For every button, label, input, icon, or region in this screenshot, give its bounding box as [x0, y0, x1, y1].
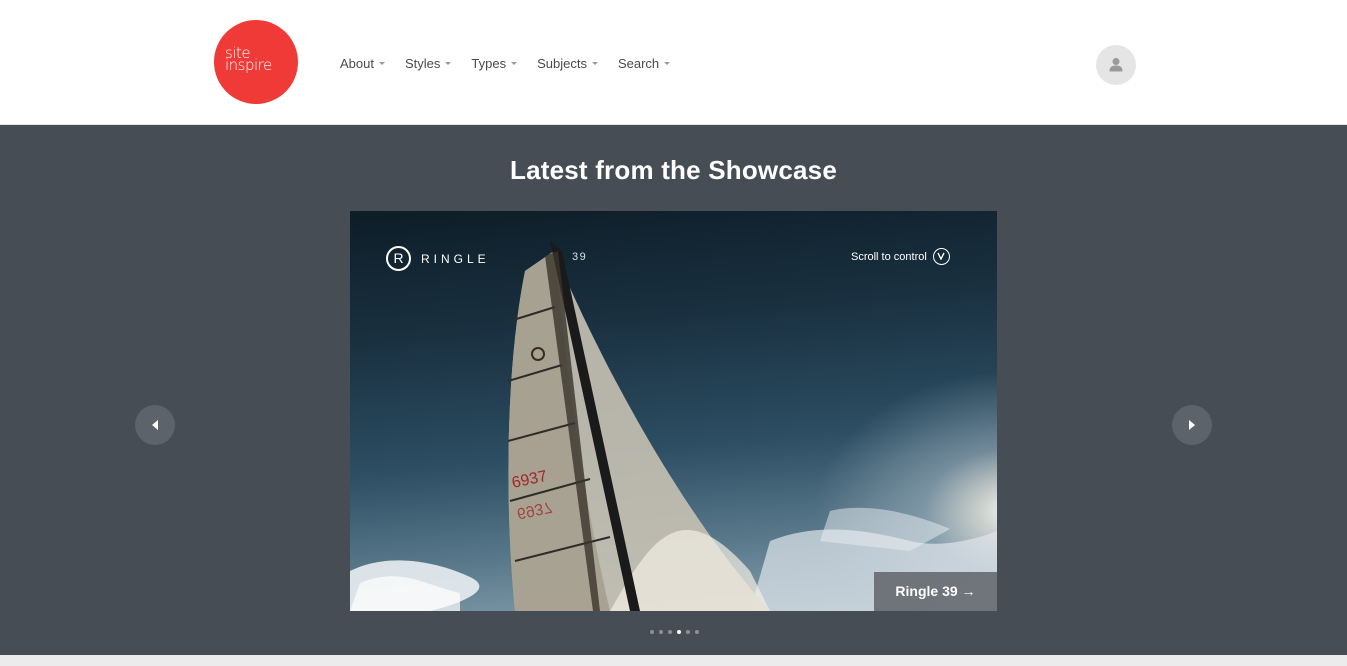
scroll-to-control: Scroll to control	[851, 248, 950, 265]
logo-text-inspire: inspire	[225, 56, 272, 74]
nav-label: Search	[617, 55, 660, 71]
caret-down-icon	[378, 62, 385, 65]
site-header: site inspire About Styles Types Subjects…	[0, 0, 1347, 125]
chevron-right-icon	[1189, 420, 1195, 430]
previous-slide-button[interactable]	[135, 405, 175, 445]
issue-number: 39	[572, 251, 588, 263]
nav-label: Subjects	[537, 55, 587, 71]
sailboat-photo: 6937 6937	[350, 241, 997, 611]
caret-down-icon	[445, 62, 452, 65]
nav-item-subjects[interactable]: Subjects	[537, 54, 598, 72]
caret-down-icon	[511, 62, 518, 65]
ringle-brand: R RINGLE	[386, 246, 490, 271]
next-slide-button[interactable]	[1172, 405, 1212, 445]
pagination-dot[interactable]	[695, 630, 699, 634]
user-avatar-button[interactable]	[1096, 45, 1136, 85]
main-nav: About Styles Types Subjects Search	[340, 54, 690, 72]
chevron-left-icon	[152, 420, 158, 430]
pagination-dot[interactable]	[677, 630, 681, 634]
nav-item-types[interactable]: Types	[471, 54, 518, 72]
siteinspire-logo[interactable]: site inspire	[214, 20, 298, 104]
nav-item-about[interactable]: About	[340, 54, 385, 72]
nav-label: Types	[471, 55, 507, 71]
slide-pagination	[650, 630, 704, 634]
caret-down-icon	[591, 62, 598, 65]
showcase-slide-image[interactable]: 6937 6937 R RINGLE 39 Scroll to control …	[350, 211, 997, 611]
nav-label: About	[340, 55, 374, 71]
pagination-dot[interactable]	[650, 630, 654, 634]
pagination-dot[interactable]	[659, 630, 663, 634]
slide-caption-link[interactable]: Ringle 39 →	[874, 572, 997, 611]
scroll-hint-text: Scroll to control	[851, 250, 927, 263]
nav-item-styles[interactable]: Styles	[404, 54, 452, 72]
pagination-dot[interactable]	[686, 630, 690, 634]
showcase-section: Latest from the Showcase 6937 6937 R RIN…	[0, 125, 1347, 655]
nav-item-search[interactable]: Search	[617, 54, 671, 72]
ringle-wordmark: RINGLE	[421, 251, 490, 266]
nav-label: Styles	[404, 55, 441, 71]
scroll-down-icon	[932, 248, 950, 265]
user-icon	[1109, 58, 1123, 72]
ringle-r-mark: R	[386, 246, 411, 271]
showcase-title: Latest from the Showcase	[510, 155, 837, 185]
pagination-dot[interactable]	[668, 630, 672, 634]
caret-down-icon	[664, 62, 671, 65]
